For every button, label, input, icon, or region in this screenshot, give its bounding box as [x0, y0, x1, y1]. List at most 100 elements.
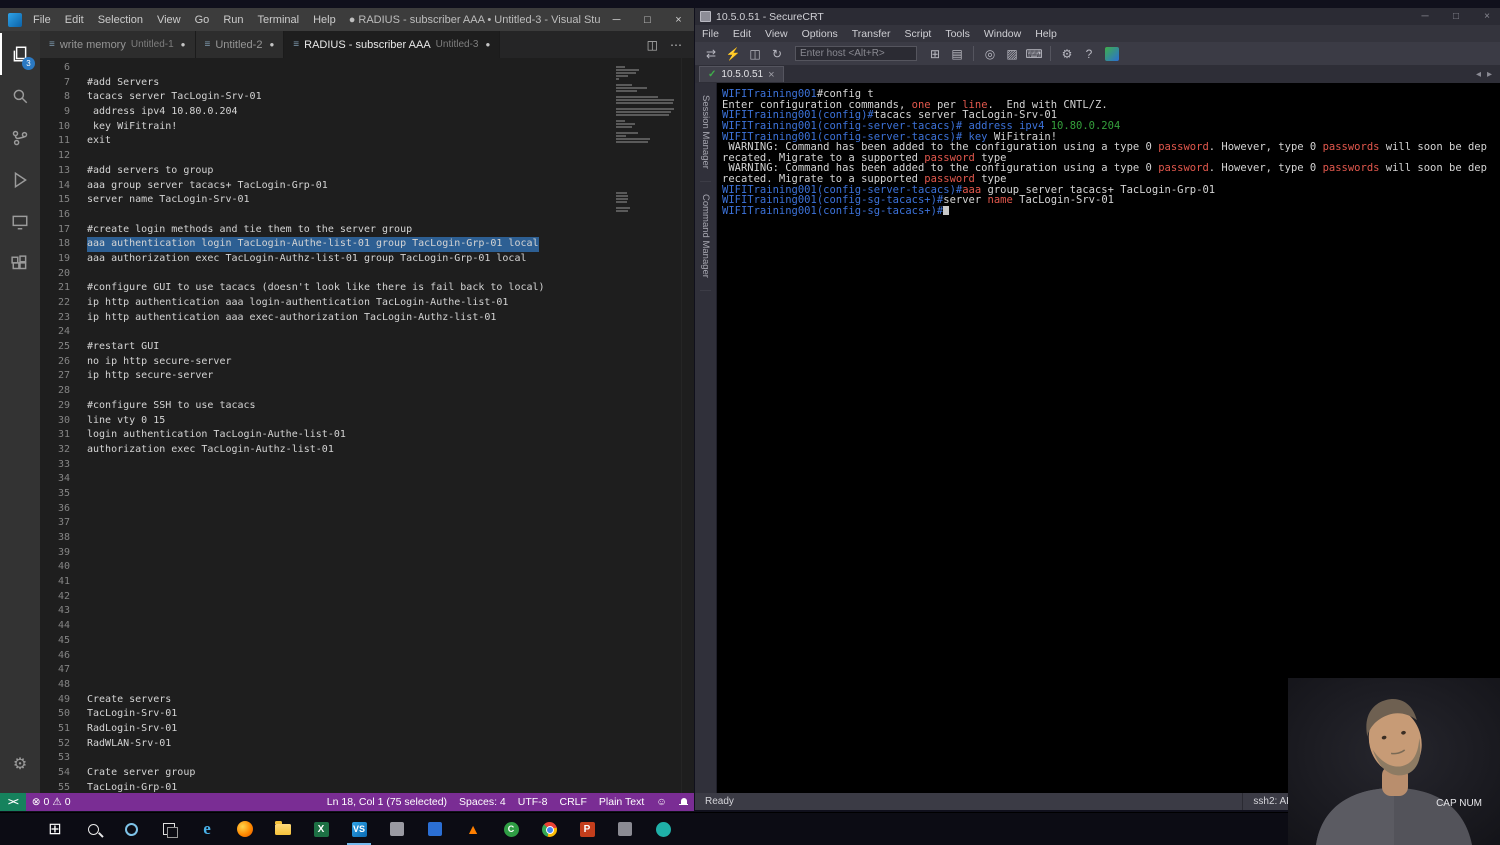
connect-in-tab-icon[interactable]: ◫ — [745, 44, 765, 63]
code-line[interactable]: 40 — [40, 560, 694, 575]
code-line[interactable]: 12 — [40, 149, 694, 164]
code-line[interactable]: 17#create login methods and tie them to … — [40, 223, 694, 238]
tab-scroll-right-icon[interactable]: ▸ — [1487, 69, 1492, 80]
edge-icon[interactable]: e — [188, 813, 226, 845]
code-line[interactable]: 6 — [40, 61, 694, 76]
vlc-icon[interactable]: ▲ — [454, 813, 492, 845]
code-line[interactable]: 25#restart GUI — [40, 340, 694, 355]
code-line[interactable]: 38 — [40, 531, 694, 546]
code-line[interactable]: 14aaa group server tacacs+ TacLogin-Grp-… — [40, 179, 694, 194]
code-line[interactable]: 34 — [40, 472, 694, 487]
code-line[interactable]: 13#add servers to group — [40, 164, 694, 179]
editor-scrollbar[interactable] — [681, 58, 694, 793]
reconnect-icon[interactable]: ↻ — [767, 44, 787, 63]
search-button[interactable] — [74, 813, 112, 845]
code-line[interactable]: 45 — [40, 634, 694, 649]
editor-tab[interactable]: ≡write memoryUntitled-1● — [40, 31, 196, 58]
code-line[interactable]: 16 — [40, 208, 694, 223]
copy-icon[interactable]: ▤ — [947, 44, 967, 63]
code-line[interactable]: 18aaa authentication login TacLogin-Auth… — [40, 237, 694, 252]
print-icon[interactable]: ▨ — [1002, 44, 1022, 63]
more-actions-icon[interactable]: ⋯ — [670, 38, 682, 52]
editor-tab[interactable]: ≡RADIUS - subscriber AAAUntitled-3● — [284, 31, 500, 58]
run-debug-icon[interactable] — [0, 159, 40, 201]
code-line[interactable]: 28 — [40, 384, 694, 399]
powerpoint-icon[interactable]: P — [568, 813, 606, 845]
crt-close-button[interactable]: × — [1474, 8, 1500, 25]
indentation-setting[interactable]: Spaces: 4 — [453, 796, 512, 808]
code-line[interactable]: 42 — [40, 590, 694, 605]
start-button[interactable]: ⊞ — [36, 813, 74, 845]
code-line[interactable]: 11exit — [40, 134, 694, 149]
code-line[interactable]: 36 — [40, 502, 694, 517]
help-icon[interactable]: ? — [1079, 44, 1099, 63]
file-explorer-icon[interactable] — [264, 813, 302, 845]
firefox-icon[interactable] — [226, 813, 264, 845]
extensions-icon[interactable] — [0, 243, 40, 285]
cursor-position[interactable]: Ln 18, Col 1 (75 selected) — [321, 796, 453, 808]
dirty-indicator[interactable]: ● — [181, 40, 186, 49]
code-line[interactable]: 9 address ipv4 10.80.0.204 — [40, 105, 694, 120]
session-manager-toggle-icon[interactable]: ⇄ — [701, 44, 721, 63]
code-line[interactable]: 39 — [40, 546, 694, 561]
code-line[interactable]: 21#configure GUI to use tacacs (doesn't … — [40, 281, 694, 296]
side-tab-command-manager[interactable]: Command Manager — [700, 182, 711, 291]
crt-menu-tools[interactable]: Tools — [938, 25, 977, 42]
crt-menu-script[interactable]: Script — [898, 25, 939, 42]
code-line[interactable]: 50TacLogin-Srv-01 — [40, 707, 694, 722]
language-mode[interactable]: Plain Text — [593, 796, 650, 808]
code-line[interactable]: 55TacLogin-Grp-01 — [40, 781, 694, 793]
crt-menu-file[interactable]: File — [695, 25, 726, 42]
host-input[interactable] — [795, 46, 917, 61]
code-line[interactable]: 29#configure SSH to use tacacs — [40, 399, 694, 414]
crt-menu-options[interactable]: Options — [795, 25, 845, 42]
crt-menu-transfer[interactable]: Transfer — [845, 25, 898, 42]
code-line[interactable]: 41 — [40, 575, 694, 590]
menu-terminal[interactable]: Terminal — [251, 8, 307, 31]
code-line[interactable]: 35 — [40, 487, 694, 502]
feedback-icon[interactable]: ☺ — [650, 796, 673, 808]
minimize-button[interactable]: ─ — [601, 8, 632, 31]
code-editor[interactable]: 67#add Servers8tacacs server TacLogin-Sr… — [40, 58, 694, 793]
camtasia-icon[interactable]: C — [492, 813, 530, 845]
session-tab[interactable]: ✓ 10.5.0.51 × — [699, 66, 784, 82]
problems-indicator[interactable]: ⊗ 0 ⚠ 0 — [26, 796, 77, 808]
chrome-icon[interactable] — [530, 813, 568, 845]
excel-icon[interactable]: X — [302, 813, 340, 845]
menu-run[interactable]: Run — [216, 8, 250, 31]
code-line[interactable]: 53 — [40, 751, 694, 766]
code-line[interactable]: 32authorization exec TacLogin-Authz-list… — [40, 443, 694, 458]
crt-maximize-button[interactable]: □ — [1443, 8, 1469, 25]
code-line[interactable]: 49Create servers — [40, 693, 694, 708]
quick-connect-icon[interactable]: ⚡ — [723, 44, 743, 63]
close-session-tab-icon[interactable]: × — [768, 69, 774, 81]
remote-indicator[interactable]: >< — [0, 793, 26, 811]
code-line[interactable]: 8tacacs server TacLogin-Srv-01 — [40, 90, 694, 105]
snagit-icon[interactable] — [644, 813, 682, 845]
side-tab-session-manager[interactable]: Session Manager — [700, 83, 711, 182]
crt-minimize-button[interactable]: ─ — [1412, 8, 1438, 25]
minimap[interactable] — [616, 63, 676, 213]
split-editor-icon[interactable]: ◫ — [647, 38, 658, 52]
vshell-app-icon[interactable] — [1105, 47, 1119, 61]
code-line[interactable]: 19aaa authorization exec TacLogin-Authz-… — [40, 252, 694, 267]
cortana-button[interactable] — [112, 813, 150, 845]
remote-explorer-icon[interactable] — [0, 201, 40, 243]
source-control-icon[interactable] — [0, 117, 40, 159]
crt-menu-window[interactable]: Window — [977, 25, 1028, 42]
code-line[interactable]: 15server name TacLogin-Srv-01 — [40, 193, 694, 208]
maximize-button[interactable]: □ — [632, 8, 663, 31]
code-line[interactable]: 51RadLogin-Srv-01 — [40, 722, 694, 737]
dirty-indicator[interactable]: ● — [485, 40, 490, 49]
eol-setting[interactable]: CRLF — [554, 796, 593, 808]
crt-menu-edit[interactable]: Edit — [726, 25, 758, 42]
code-line[interactable]: 31login authentication TacLogin-Authe-li… — [40, 428, 694, 443]
code-line[interactable]: 43 — [40, 604, 694, 619]
code-line[interactable]: 44 — [40, 619, 694, 634]
code-line[interactable]: 23ip http authentication aaa exec-author… — [40, 311, 694, 326]
code-line[interactable]: 46 — [40, 649, 694, 664]
code-line[interactable]: 7#add Servers — [40, 76, 694, 91]
menu-edit[interactable]: Edit — [58, 8, 91, 31]
keyboard-map-icon[interactable]: ⌨ — [1024, 44, 1044, 63]
crt-menu-help[interactable]: Help — [1028, 25, 1064, 42]
